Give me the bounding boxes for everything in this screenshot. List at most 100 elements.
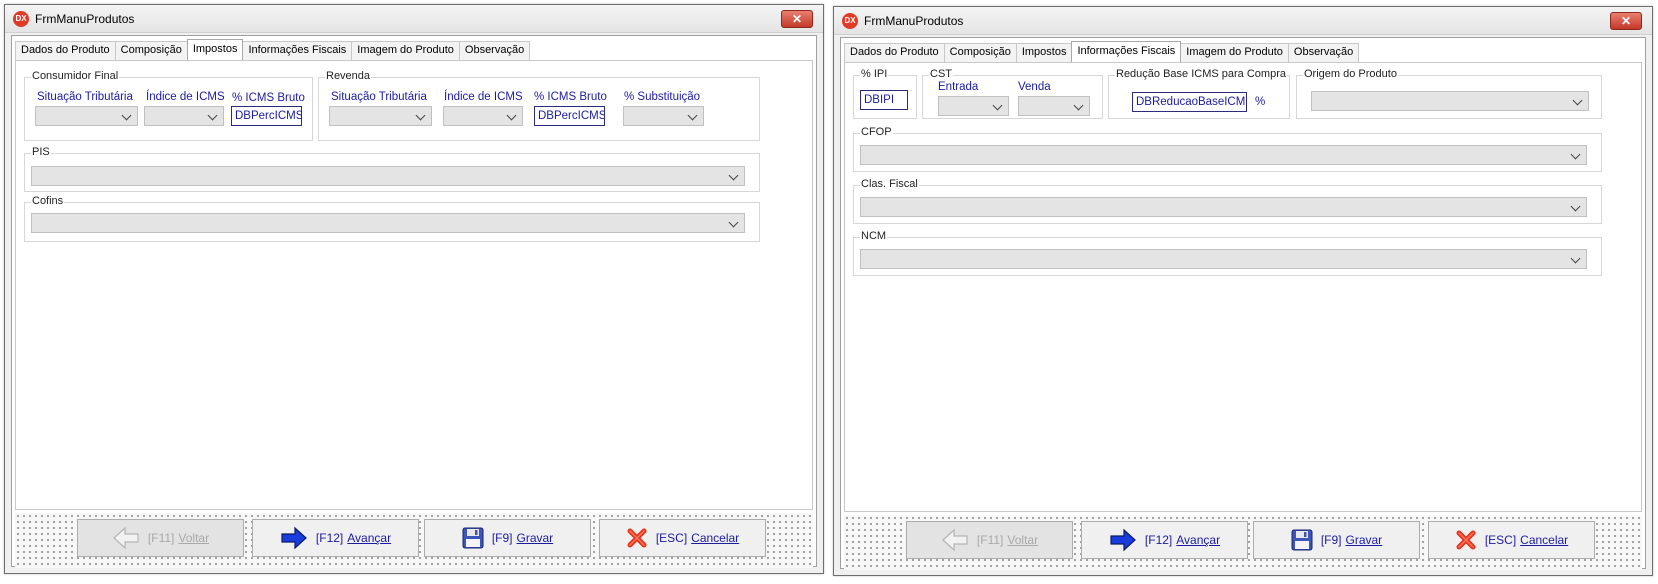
icms-bruto-input[interactable]: DBPercICMSI — [231, 106, 302, 126]
group-title: Clas. Fiscal — [860, 178, 919, 191]
cst-entrada-label: Entrada — [938, 81, 979, 93]
tab-composicao[interactable]: Composição — [943, 43, 1017, 62]
arrow-left-icon — [113, 526, 139, 550]
percent-label: % — [1255, 96, 1266, 108]
cancelar-label: Cancelar — [1520, 533, 1569, 547]
origem-do-produto-select[interactable] — [1311, 91, 1589, 111]
voltar-label: Voltar — [1007, 533, 1039, 547]
icms-bruto-label: % ICMS Bruto — [232, 92, 305, 104]
group-ncm: NCM — [853, 230, 1602, 276]
window-title: FrmManuProdutos — [864, 14, 964, 28]
floppy-disk-icon — [1291, 529, 1313, 551]
chevron-down-icon — [1570, 253, 1581, 264]
avancar-button[interactable]: [F12] Avançar — [252, 519, 419, 557]
situacao-tributaria-label: Situação Tributária — [331, 91, 427, 103]
cst-entrada-select[interactable] — [938, 96, 1009, 116]
tab-strip: Dados do Produto Composição Impostos Inf… — [844, 41, 1360, 62]
tab-composicao[interactable]: Composição — [114, 41, 188, 60]
tab-imagem-do-produto[interactable]: Imagem do Produto — [1180, 43, 1289, 62]
cancelar-button[interactable]: [ESC] Cancelar — [1428, 521, 1595, 559]
cofins-select[interactable] — [31, 213, 745, 233]
chevron-down-icon — [1073, 100, 1084, 111]
close-button[interactable]: ✕ — [781, 10, 813, 28]
tab-impostos[interactable]: Impostos — [1015, 43, 1073, 62]
tab-dados-do-produto[interactable]: Dados do Produto — [844, 43, 945, 62]
icms-bruto-input[interactable]: DBPercICMSI — [534, 106, 605, 126]
tab-observacao[interactable]: Observação — [1287, 43, 1360, 62]
situacao-tributaria-select[interactable] — [35, 106, 138, 126]
indice-icms-select[interactable] — [443, 106, 523, 126]
group-title: Cofins — [31, 195, 65, 208]
tab-observacao[interactable]: Observação — [458, 41, 531, 60]
button-panel: [F11] Voltar [F12] Avançar [F9] Gravar [… — [15, 513, 813, 568]
icms-bruto-label: % ICMS Bruto — [534, 91, 607, 103]
chevron-down-icon — [1572, 95, 1583, 106]
tab-imagem-do-produto[interactable]: Imagem do Produto — [351, 41, 460, 60]
indice-icms-select[interactable] — [144, 106, 224, 126]
reducao-base-icms-input[interactable]: DBReducaoBaseICMS — [1132, 92, 1247, 112]
tab-informacoes-fiscais[interactable]: Informações Fiscais — [242, 41, 353, 60]
chevron-down-icon — [728, 170, 739, 181]
arrow-right-icon — [1110, 528, 1136, 552]
group-consumidor-final: Consumidor Final Situação Tributária Índ… — [24, 70, 313, 141]
cancelar-label: Cancelar — [691, 531, 740, 545]
group-title: Origem do Produto — [1303, 68, 1398, 81]
arrow-left-icon — [942, 528, 968, 552]
ncm-select[interactable] — [860, 249, 1587, 269]
red-x-icon — [627, 528, 647, 548]
cfop-select[interactable] — [860, 145, 1587, 165]
app-icon: DX — [13, 11, 29, 27]
form-frame: Dados do Produto Composição Impostos Inf… — [840, 37, 1646, 570]
title-bar[interactable]: DX FrmManuProdutos ✕ — [5, 5, 823, 33]
gravar-key: [F9] — [1320, 533, 1342, 547]
cancelar-key: [ESC] — [1484, 533, 1517, 547]
avancar-label: Avançar — [347, 531, 392, 545]
window-informacoes-fiscais: DX FrmManuProdutos ✕ Dados do Produto Co… — [833, 6, 1653, 576]
avancar-key: [F12] — [1144, 533, 1173, 547]
group-title: Consumidor Final — [31, 70, 120, 83]
indice-icms-label: Índice de ICMS — [146, 91, 225, 103]
app-icon: DX — [842, 13, 858, 29]
tab-dados-do-produto[interactable]: Dados do Produto — [15, 41, 116, 60]
pis-select[interactable] — [31, 166, 745, 186]
group-cfop: CFOP — [853, 126, 1602, 172]
group-reducao-base-icms: Redução Base ICMS para Compra DBReducaoB… — [1108, 68, 1290, 119]
gravar-key: [F9] — [491, 531, 513, 545]
group-title: CFOP — [860, 126, 893, 139]
ipi-input[interactable]: DBIPI — [860, 90, 908, 110]
group-cofins: Cofins — [24, 195, 760, 242]
floppy-disk-icon — [462, 527, 484, 549]
voltar-key: [F11] — [976, 533, 1004, 547]
tab-impostos[interactable]: Impostos — [186, 39, 244, 60]
group-revenda: Revenda Situação Tributária Índice de IC… — [318, 70, 760, 141]
gravar-label: Gravar — [1345, 533, 1383, 547]
voltar-label: Voltar — [178, 531, 210, 545]
substituicao-select[interactable] — [623, 106, 704, 126]
tab-informacoes-fiscais[interactable]: Informações Fiscais — [1071, 41, 1182, 62]
cancelar-button[interactable]: [ESC] Cancelar — [599, 519, 766, 557]
red-x-icon — [1456, 530, 1476, 550]
chevron-down-icon — [415, 110, 426, 121]
cst-venda-select[interactable] — [1018, 96, 1090, 116]
clas-fiscal-select[interactable] — [860, 197, 1587, 217]
title-bar[interactable]: DX FrmManuProdutos ✕ — [834, 7, 1652, 35]
voltar-key: [F11] — [147, 531, 175, 545]
group-clas-fiscal: Clas. Fiscal — [853, 178, 1602, 224]
group-origem-do-produto: Origem do Produto — [1296, 68, 1602, 119]
window-impostos: DX FrmManuProdutos ✕ Dados do Produto Co… — [4, 4, 824, 574]
tab-page-informacoes-fiscais: % IPI DBIPI CST Entrada Venda Redução Ba… — [844, 62, 1642, 512]
substituicao-label: % Substituição — [624, 91, 701, 103]
gravar-button[interactable]: [F9] Gravar — [424, 519, 591, 557]
voltar-button[interactable]: [F11] Voltar — [906, 521, 1073, 559]
avancar-button[interactable]: [F12] Avançar — [1081, 521, 1248, 559]
avancar-key: [F12] — [315, 531, 344, 545]
voltar-button[interactable]: [F11] Voltar — [77, 519, 244, 557]
gravar-button[interactable]: [F9] Gravar — [1253, 521, 1420, 559]
group-title: Revenda — [325, 70, 372, 83]
situacao-tributaria-select[interactable] — [329, 106, 432, 126]
window-title: FrmManuProdutos — [35, 12, 135, 26]
close-button[interactable]: ✕ — [1610, 12, 1642, 30]
group-pis: PIS — [24, 146, 760, 192]
button-panel: [F11] Voltar [F12] Avançar [F9] Gravar [… — [844, 515, 1642, 570]
chevron-down-icon — [1570, 201, 1581, 212]
